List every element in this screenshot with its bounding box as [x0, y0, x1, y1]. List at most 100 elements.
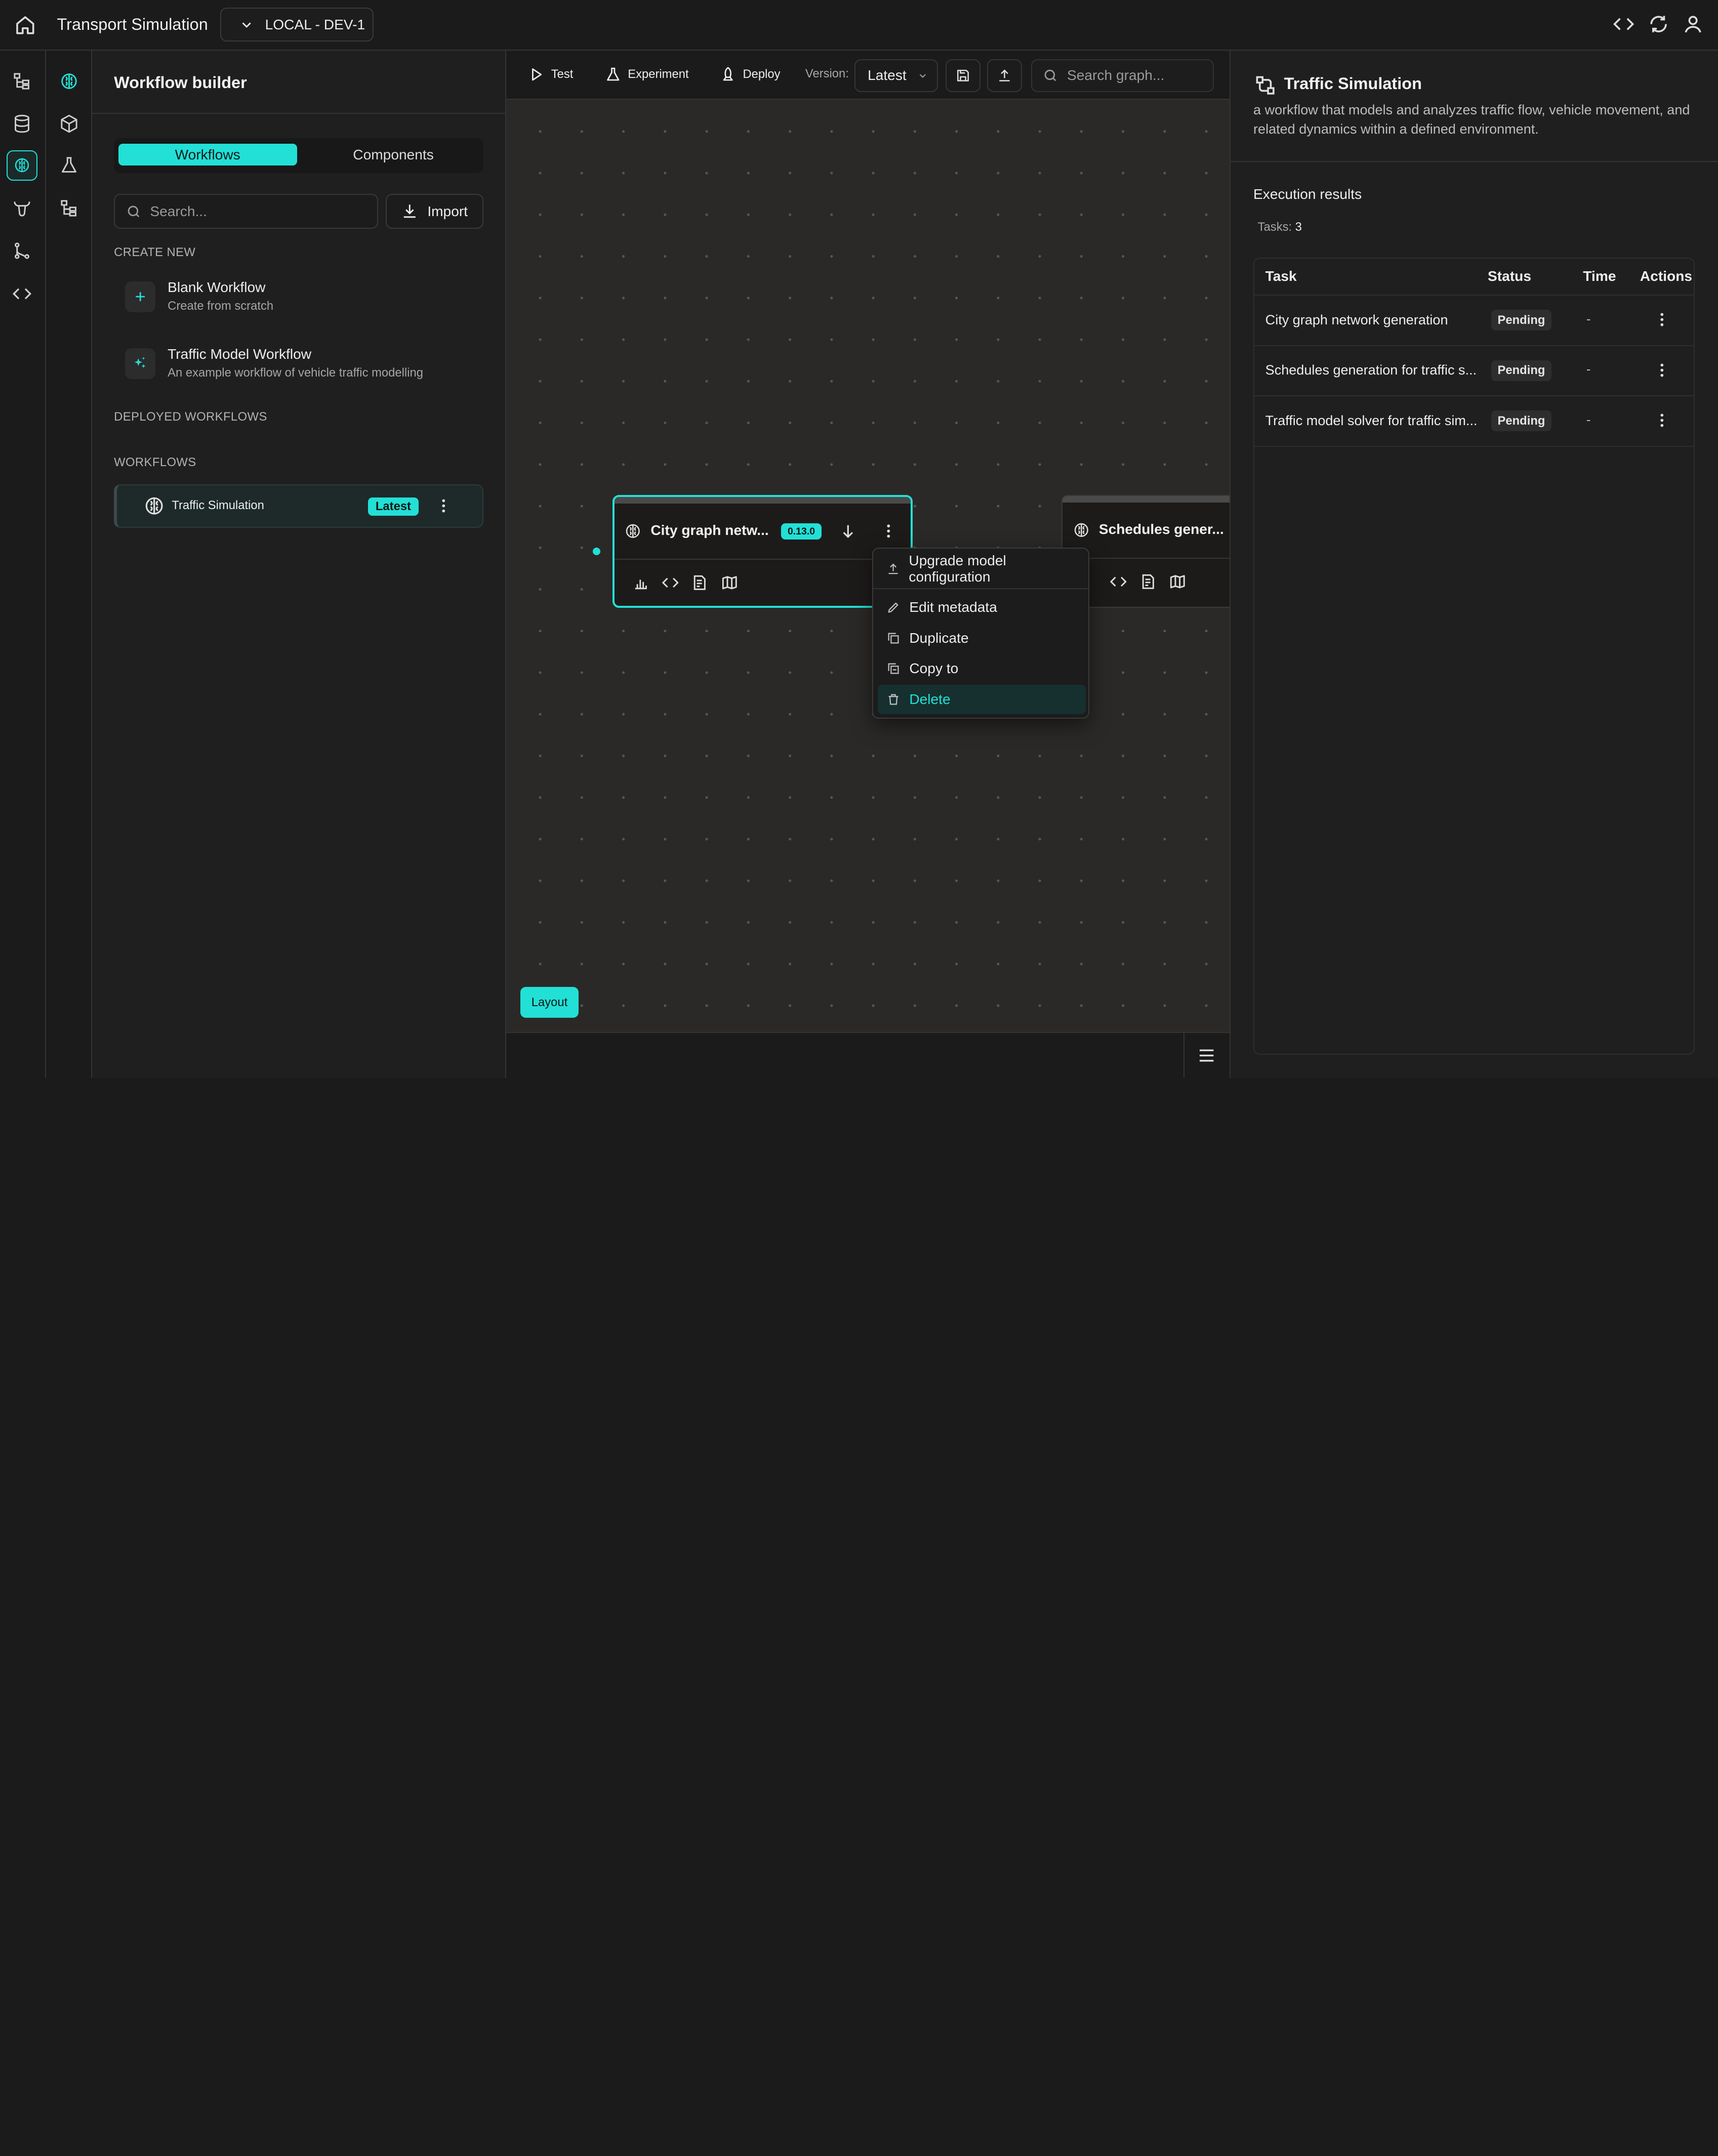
node-context-menu: Upgrade model configuration Edit metadat…: [872, 548, 1089, 719]
version-label: Version:: [805, 67, 849, 81]
refresh-icon[interactable]: [1648, 13, 1669, 35]
table-row: City graph network generation Pending -: [1254, 296, 1694, 346]
workflow-description: a workflow that models and analyzes traf…: [1253, 102, 1690, 137]
sparkles-icon: [125, 348, 156, 379]
tasks-count: Tasks: 3: [1258, 220, 1302, 234]
environment-select[interactable]: LOCAL - DEV-1: [220, 8, 374, 42]
divider: [92, 112, 506, 114]
secondary-rail: [46, 50, 92, 1078]
chevron-down-icon: [239, 17, 254, 32]
graph-search-input[interactable]: Search graph...: [1031, 59, 1214, 92]
brain-icon: [624, 522, 642, 540]
brain-icon[interactable]: [54, 66, 85, 97]
menu-item-duplicate[interactable]: Duplicate: [878, 623, 1086, 652]
map-icon[interactable]: [1169, 573, 1187, 591]
workflow-name: Traffic Simulation: [172, 498, 264, 512]
database-icon[interactable]: [7, 108, 37, 139]
status-badge: Pending: [1491, 410, 1552, 432]
code-icon[interactable]: [7, 278, 37, 309]
tasks-label: Tasks:: [1257, 220, 1292, 234]
status-badge: Pending: [1491, 360, 1552, 381]
search-input[interactable]: Search...: [114, 194, 378, 229]
code-icon[interactable]: [1110, 573, 1127, 591]
menu-item-copy-to[interactable]: Copy to: [878, 654, 1086, 683]
brain-icon: [143, 495, 165, 517]
create-item-title: Blank Workflow: [168, 279, 266, 295]
version-select[interactable]: Latest: [854, 59, 938, 92]
upload-icon[interactable]: [987, 59, 1022, 92]
column-header-task: Task: [1265, 268, 1297, 284]
hierarchy-icon[interactable]: [7, 66, 37, 97]
bar-chart-icon[interactable]: [632, 574, 650, 592]
document-icon[interactable]: [691, 574, 709, 592]
task-time: -: [1586, 311, 1591, 326]
execution-results-title: Execution results: [1253, 186, 1362, 202]
tab-workflows[interactable]: Workflows: [118, 143, 297, 165]
import-button[interactable]: Import: [385, 194, 483, 229]
workflow-icon: [1254, 74, 1276, 96]
primary-rail: [0, 50, 46, 1078]
workflow-title: Traffic Simulation: [1284, 74, 1422, 93]
user-icon[interactable]: [1682, 13, 1704, 35]
trash-icon: [886, 692, 901, 707]
more-vertical-icon[interactable]: [880, 522, 897, 540]
divider: [1230, 161, 1718, 162]
bull-icon[interactable]: [7, 193, 37, 224]
menu-item-label: Duplicate: [909, 630, 969, 646]
hierarchy-icon[interactable]: [54, 193, 85, 224]
more-vertical-icon[interactable]: [1653, 360, 1671, 380]
deploy-button[interactable]: Deploy: [720, 64, 781, 86]
menu-item-edit-metadata[interactable]: Edit metadata: [878, 593, 1086, 622]
layout-button[interactable]: Layout: [520, 987, 579, 1018]
column-header-time: Time: [1583, 268, 1616, 284]
search-icon: [1043, 68, 1058, 83]
create-item-title: Traffic Model Workflow: [168, 346, 312, 362]
git-branch-icon[interactable]: [7, 235, 37, 266]
menu-item-upgrade[interactable]: Upgrade model configuration: [878, 553, 1086, 585]
menu-item-label: Delete: [909, 691, 951, 707]
status-badge: Pending: [1491, 310, 1552, 331]
document-icon[interactable]: [1139, 573, 1157, 591]
search-placeholder: Search...: [150, 203, 207, 219]
workflow-item[interactable]: Traffic Simulation Latest: [114, 484, 483, 528]
cube-icon[interactable]: [54, 108, 85, 139]
save-icon[interactable]: [945, 59, 981, 92]
more-vertical-icon[interactable]: [435, 496, 453, 516]
create-traffic-model-workflow[interactable]: Traffic Model Workflow An example workfl…: [125, 346, 476, 390]
task-name: City graph network generation: [1265, 312, 1448, 327]
version-value: Latest: [868, 67, 907, 84]
task-time: -: [1586, 361, 1591, 377]
top-bar: Transport Simulation LOCAL - DEV-1: [0, 0, 1718, 51]
experiment-button[interactable]: Experiment: [605, 64, 689, 86]
menu-icon[interactable]: [1183, 1033, 1230, 1078]
version-badge: 0.13.0: [781, 523, 822, 540]
code-icon[interactable]: [662, 574, 679, 592]
environment-label: LOCAL - DEV-1: [265, 16, 365, 32]
map-icon[interactable]: [721, 574, 739, 592]
home-icon[interactable]: [13, 13, 37, 37]
play-icon: [528, 66, 544, 82]
menu-divider: [873, 588, 1088, 590]
code-icon[interactable]: [1613, 13, 1634, 35]
brain-icon[interactable]: [6, 150, 37, 181]
rocket-icon: [720, 66, 736, 82]
menu-item-label: Upgrade model configuration: [909, 553, 1006, 585]
node-title: City graph netw...: [650, 522, 769, 538]
results-table: Task Status Time Actions City graph netw…: [1253, 257, 1695, 1055]
node-header-strip: [614, 497, 911, 504]
test-button[interactable]: Test: [528, 64, 573, 86]
more-vertical-icon[interactable]: [1653, 310, 1671, 329]
more-vertical-icon[interactable]: [1653, 410, 1671, 430]
experiment-label: Experiment: [628, 67, 689, 81]
chevron-down-icon: [917, 70, 928, 81]
graph-search-placeholder: Search graph...: [1067, 67, 1165, 84]
arrow-down-icon[interactable]: [839, 522, 857, 540]
menu-item-delete[interactable]: Delete: [877, 684, 1086, 715]
workflows-label: WORKFLOWS: [114, 455, 196, 470]
graph-node-city-graph[interactable]: City graph netw... 0.13.0: [612, 495, 913, 608]
upload-icon: [886, 562, 900, 576]
tab-components[interactable]: Components: [306, 144, 481, 165]
flask-icon[interactable]: [54, 150, 85, 181]
create-blank-workflow[interactable]: Blank Workflow Create from scratch: [125, 279, 476, 323]
search-icon: [126, 204, 141, 219]
